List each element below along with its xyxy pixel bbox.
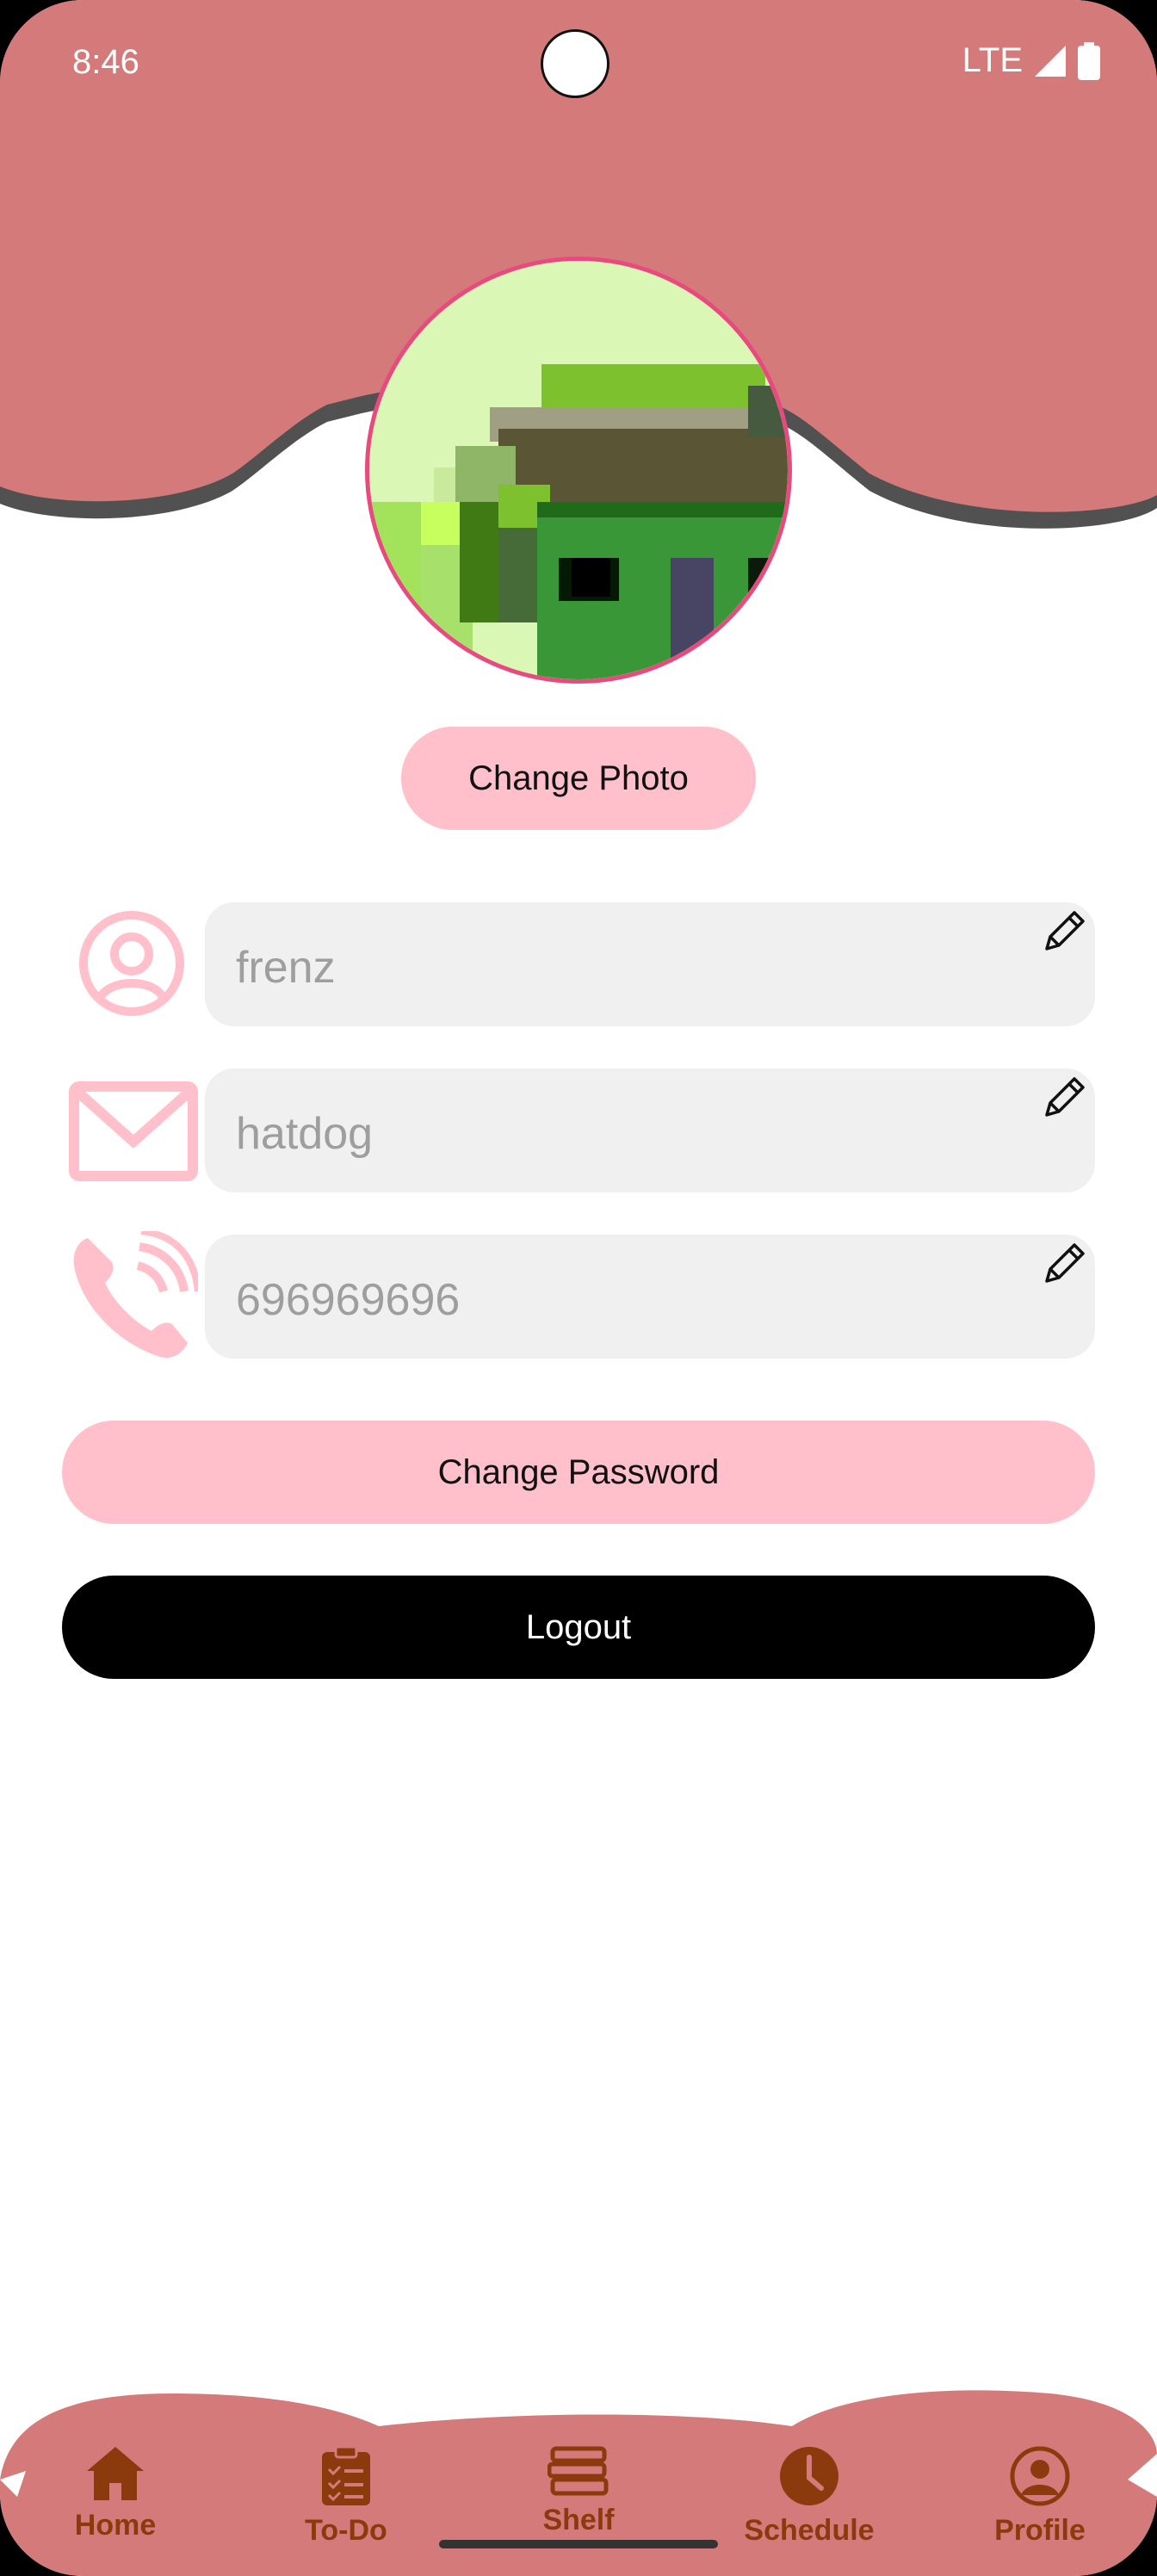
nav-schedule[interactable]: Schedule <box>723 2445 895 2548</box>
user-icon <box>79 911 184 1016</box>
nav-home[interactable]: Home <box>29 2445 201 2542</box>
username-field[interactable]: frenz <box>205 902 1095 1026</box>
phone-icon <box>73 1231 198 1359</box>
avatar-image <box>369 261 788 679</box>
nav-profile[interactable]: Profile <box>954 2445 1126 2548</box>
change-password-button[interactable]: Change Password <box>62 1421 1095 1524</box>
profile-screen: 8:46 LTE Change Photo frenz hatdog 69696… <box>0 0 1157 2576</box>
phone-field[interactable]: 696969696 <box>205 1235 1095 1359</box>
books-icon <box>548 2446 609 2496</box>
logout-button[interactable]: Logout <box>62 1576 1095 1679</box>
status-time: 8:46 <box>72 43 139 81</box>
pencil-icon[interactable] <box>1038 1238 1090 1290</box>
pencil-icon[interactable] <box>1038 1072 1090 1124</box>
status-indicators: LTE <box>962 41 1100 80</box>
signal-icon <box>1035 45 1066 77</box>
email-field[interactable]: hatdog <box>205 1068 1095 1192</box>
profile-avatar[interactable] <box>365 257 792 684</box>
nav-label-shelf: Shelf <box>542 2504 615 2536</box>
home-icon <box>87 2447 144 2500</box>
username-value: frenz <box>236 943 336 993</box>
phone-value: 696969696 <box>236 1275 461 1325</box>
nav-todo[interactable]: To-Do <box>260 2445 432 2548</box>
home-indicator[interactable] <box>439 2540 718 2548</box>
clipboard-icon <box>322 2445 370 2505</box>
nav-shelf[interactable]: Shelf <box>492 2445 665 2537</box>
nav-label-profile: Profile <box>994 2514 1086 2547</box>
clock-icon <box>780 2447 838 2505</box>
nav-label-todo: To-Do <box>305 2514 387 2547</box>
camera-cutout <box>541 29 609 98</box>
battery-icon <box>1078 41 1100 80</box>
pencil-icon[interactable] <box>1038 906 1090 957</box>
email-value: hatdog <box>236 1109 374 1159</box>
network-type: LTE <box>962 41 1023 79</box>
change-photo-button[interactable]: Change Photo <box>401 727 756 830</box>
nav-label-schedule: Schedule <box>744 2514 875 2547</box>
nav-label-home: Home <box>74 2509 157 2542</box>
profile-icon <box>1010 2446 1070 2506</box>
mail-icon <box>69 1081 198 1181</box>
